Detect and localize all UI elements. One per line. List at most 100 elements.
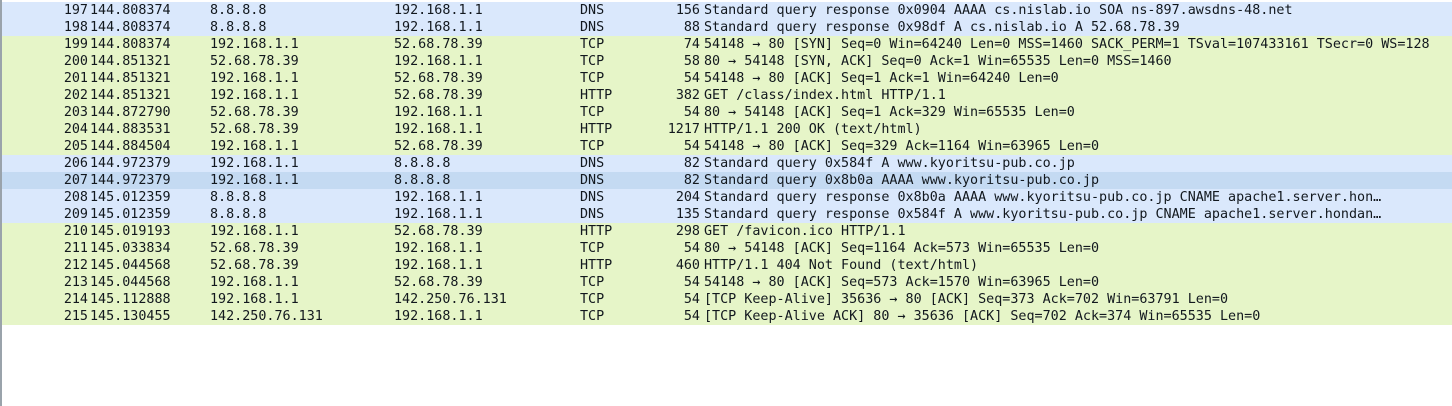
packet-source: 192.168.1.1 (210, 139, 299, 154)
packet-source: 192.168.1.1 (210, 292, 299, 307)
packet-row[interactable]: 213 145.044568 192.168.1.1 52.68.78.39 TCP 54… (2, 274, 1452, 291)
packet-protocol: TCP (580, 71, 605, 86)
packet-time: 145.012359 (90, 190, 171, 205)
packet-destination: 192.168.1.1 (394, 3, 483, 18)
packet-number: 209 (63, 207, 88, 222)
packet-row[interactable]: 206 144.972379 192.168.1.1 8.8.8.8 DNS 82 Stan… (2, 155, 1452, 172)
packet-source: 192.168.1.1 (210, 88, 299, 103)
packet-source: 192.168.1.1 (210, 275, 299, 290)
packet-destination: 192.168.1.1 (394, 105, 483, 120)
packet-number: 201 (63, 71, 88, 86)
packet-source: 192.168.1.1 (210, 173, 299, 188)
packet-time: 145.044568 (90, 258, 171, 273)
packet-source: 52.68.78.39 (210, 258, 299, 273)
packet-number: 203 (63, 105, 88, 120)
packet-source: 52.68.78.39 (210, 241, 299, 256)
packet-length: 54 (683, 105, 700, 120)
packet-source: 52.68.78.39 (210, 54, 299, 69)
packet-row[interactable]: 208 145.012359 8.8.8.8 192.168.1.1 DNS 204 Sta… (2, 189, 1452, 206)
packet-destination: 52.68.78.39 (394, 37, 483, 52)
packet-protocol: HTTP (580, 88, 613, 103)
packet-time: 144.851321 (90, 88, 171, 103)
packet-destination: 192.168.1.1 (394, 190, 483, 205)
packet-info: Standard query response 0x8b0a AAAA www.… (704, 190, 1382, 205)
packet-list[interactable]: 197 144.808374 8.8.8.8 192.168.1.1 DNS 156 Sta… (0, 0, 1452, 406)
packet-info: Standard query response 0x584f A www.kyo… (704, 207, 1382, 222)
packet-row[interactable]: 200 144.851321 52.68.78.39 192.168.1.1 TCP 58… (2, 53, 1452, 70)
packet-source: 192.168.1.1 (210, 37, 299, 52)
packet-row[interactable]: 202 144.851321 192.168.1.1 52.68.78.39 HTTP 3… (2, 87, 1452, 104)
packet-number: 208 (63, 190, 88, 205)
packet-length: 74 (683, 37, 700, 52)
packet-length: 54 (683, 139, 700, 154)
packet-destination: 142.250.76.131 (394, 292, 507, 307)
packet-time: 144.808374 (90, 37, 171, 52)
packet-number: 212 (63, 258, 88, 273)
packet-info: GET /favicon.ico HTTP/1.1 (704, 224, 906, 239)
packet-info: HTTP/1.1 200 OK (text/html) (704, 122, 922, 137)
packet-time: 145.112888 (90, 292, 171, 307)
packet-destination: 192.168.1.1 (394, 20, 483, 35)
packet-row[interactable]: 205 144.884504 192.168.1.1 52.68.78.39 TCP 54… (2, 138, 1452, 155)
packet-time: 145.130455 (90, 309, 171, 324)
packet-protocol: DNS (580, 20, 605, 35)
packet-length: 88 (683, 20, 700, 35)
packet-protocol: TCP (580, 241, 605, 256)
packet-row[interactable]: 201 144.851321 192.168.1.1 52.68.78.39 TCP 54… (2, 70, 1452, 87)
packet-info: Standard query 0x8b0a AAAA www.kyoritsu-… (704, 173, 1100, 188)
packet-destination: 52.68.78.39 (394, 275, 483, 290)
packet-source: 8.8.8.8 (210, 20, 267, 35)
packet-info: 54148 → 80 [ACK] Seq=573 Ack=1570 Win=63… (704, 275, 1100, 290)
packet-number: 199 (63, 37, 88, 52)
packet-destination: 8.8.8.8 (394, 156, 451, 171)
packet-row[interactable]: 199 144.808374 192.168.1.1 52.68.78.39 TCP 74… (2, 36, 1452, 53)
packet-source: 192.168.1.1 (210, 156, 299, 171)
packet-time: 144.808374 (90, 3, 171, 18)
packet-time: 144.851321 (90, 54, 171, 69)
packet-destination: 192.168.1.1 (394, 54, 483, 69)
packet-number: 206 (63, 156, 88, 171)
packet-info: [TCP Keep-Alive] 35636 → 80 [ACK] Seq=37… (704, 292, 1229, 307)
packet-protocol: DNS (580, 207, 605, 222)
packet-info: 54148 → 80 [ACK] Seq=1 Ack=1 Win=64240 L… (704, 71, 1059, 86)
packet-row[interactable]: 211 145.033834 52.68.78.39 192.168.1.1 TCP 54… (2, 240, 1452, 257)
packet-time: 144.972379 (90, 156, 171, 171)
packet-row[interactable]: 212 145.044568 52.68.78.39 192.168.1.1 HTTP 4… (2, 257, 1452, 274)
packet-info: [TCP Keep-Alive ACK] 80 → 35636 [ACK] Se… (704, 309, 1261, 324)
packet-row[interactable]: 203 144.872790 52.68.78.39 192.168.1.1 TCP 54… (2, 104, 1452, 121)
packet-time: 145.012359 (90, 207, 171, 222)
packet-time: 145.044568 (90, 275, 171, 290)
packet-protocol: TCP (580, 275, 605, 290)
packet-info: 80 → 54148 [SYN, ACK] Seq=0 Ack=1 Win=65… (704, 54, 1172, 69)
packet-protocol: DNS (580, 173, 605, 188)
packet-destination: 8.8.8.8 (394, 173, 451, 188)
packet-source: 52.68.78.39 (210, 122, 299, 137)
packet-source: 192.168.1.1 (210, 224, 299, 239)
packet-row[interactable]: 210 145.019193 192.168.1.1 52.68.78.39 HTTP 2… (2, 223, 1452, 240)
packet-number: 204 (63, 122, 88, 137)
packet-info: HTTP/1.1 404 Not Found (text/html) (704, 258, 979, 273)
packet-number: 211 (63, 241, 88, 256)
packet-row[interactable]: 215 145.130455 142.250.76.131 192.168.1.1 TC… (2, 308, 1452, 325)
packet-row[interactable]: 214 145.112888 192.168.1.1 142.250.76.131 TC… (2, 291, 1452, 308)
packet-destination: 52.68.78.39 (394, 224, 483, 239)
packet-number: 210 (63, 224, 88, 239)
packet-info: 80 → 54148 [ACK] Seq=1164 Ack=573 Win=65… (704, 241, 1100, 256)
packet-time: 144.808374 (90, 20, 171, 35)
packet-row[interactable]: 198 144.808374 8.8.8.8 192.168.1.1 DNS 88 Stan… (2, 19, 1452, 36)
packet-number: 198 (63, 20, 88, 35)
packet-row[interactable]: 209 145.012359 8.8.8.8 192.168.1.1 DNS 135 Sta… (2, 206, 1452, 223)
packet-source: 8.8.8.8 (210, 3, 267, 18)
packet-info: 54148 → 80 [SYN] Seq=0 Win=64240 Len=0 M… (704, 37, 1430, 52)
packet-row[interactable]: 197 144.808374 8.8.8.8 192.168.1.1 DNS 156 Sta… (2, 2, 1452, 19)
packet-length: 204 (675, 190, 700, 205)
packet-row[interactable]: 204 144.883531 52.68.78.39 192.168.1.1 HTTP 1… (2, 121, 1452, 138)
packet-source: 8.8.8.8 (210, 207, 267, 222)
packet-source: 192.168.1.1 (210, 71, 299, 86)
packet-length: 156 (675, 3, 700, 18)
packet-length: 1217 (667, 122, 700, 137)
packet-length: 58 (683, 54, 700, 69)
packet-row[interactable]: 207 144.972379 192.168.1.1 8.8.8.8 DNS 82 Stan… (2, 172, 1452, 189)
packet-info: GET /class/index.html HTTP/1.1 (704, 88, 946, 103)
packet-time: 144.851321 (90, 71, 171, 86)
